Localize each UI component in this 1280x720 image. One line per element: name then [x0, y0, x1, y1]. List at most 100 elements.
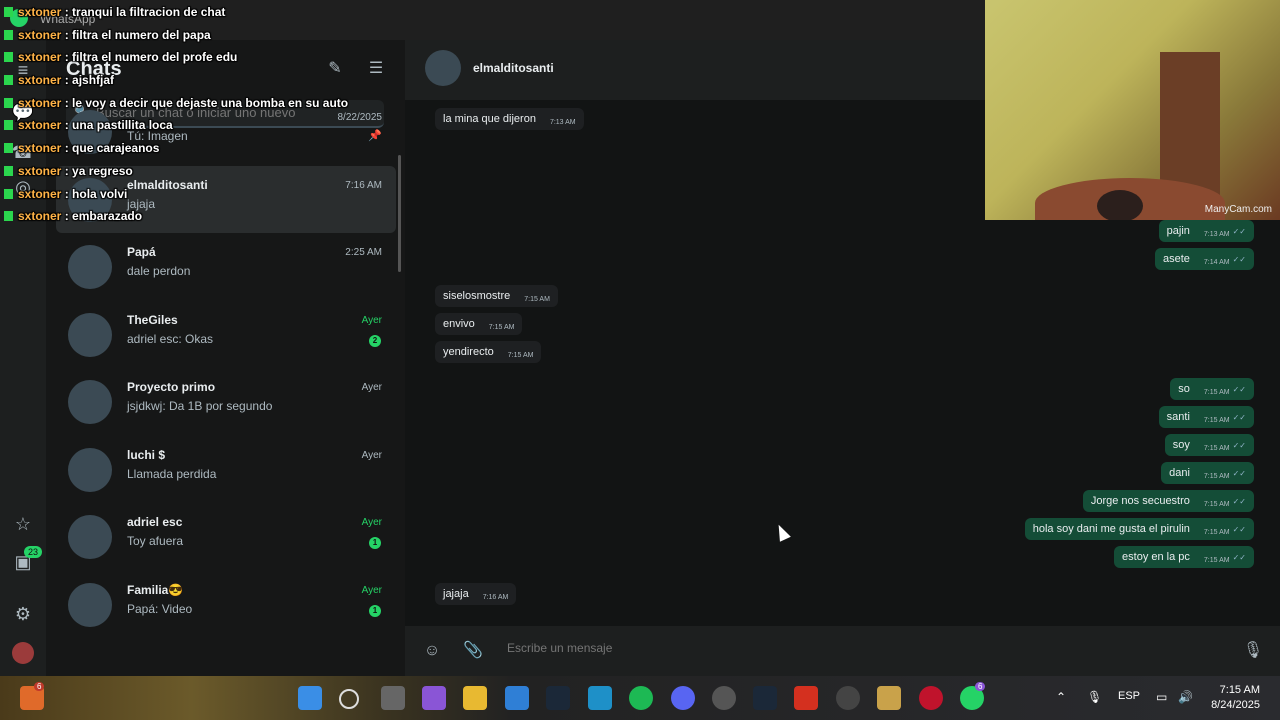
message-input[interactable]: [505, 640, 1229, 656]
message-text: so: [1178, 383, 1190, 395]
outgoing-message[interactable]: Jorge nos secuestro 7:15 AM ✓✓: [1082, 490, 1254, 512]
message-text: yendirecto: [443, 346, 494, 358]
chat-preview: Papá: Video: [127, 601, 193, 616]
stream-chat-line: sxtoner : tranqui la filtracion de chat: [4, 5, 384, 28]
chat-item[interactable]: Papá dale perdon 2:25 AM: [56, 233, 396, 301]
message-time: 7:16 AM: [482, 594, 509, 601]
profile-avatar[interactable]: [12, 642, 34, 664]
attach-icon[interactable]: 📎: [462, 640, 484, 662]
chat-item[interactable]: adriel esc Toy afuera Ayer 1: [56, 503, 396, 571]
windows-start-icon[interactable]: [298, 686, 322, 710]
chat-name: luchi $: [127, 447, 166, 462]
system-clock[interactable]: 7:15 AM 8/24/2025: [1211, 683, 1260, 713]
copilot-icon[interactable]: [422, 686, 446, 710]
outgoing-message[interactable]: hola soy dani me gusta el pirulin 7:15 AM…: [1024, 518, 1254, 540]
stream-chat-separator: :: [61, 118, 73, 133]
search-taskbar-icon[interactable]: [339, 689, 359, 709]
platform-icon: [4, 52, 13, 63]
stream-chat-line: sxtoner : le voy a decir que dejaste una…: [4, 96, 384, 119]
chat-name: adriel esc: [127, 515, 183, 529]
opera-icon[interactable]: [919, 686, 943, 710]
outgoing-message[interactable]: estoy en la pc 7:15 AM ✓✓: [1114, 546, 1254, 568]
message-text: Jorge nos secuestro: [1090, 495, 1190, 507]
emoji-icon[interactable]: ☺: [421, 640, 443, 662]
stream-chat-separator: :: [61, 95, 73, 110]
ea-icon[interactable]: [794, 686, 818, 710]
chat-item[interactable]: Proyecto primo jsjdkwj: Da 1B por segundo…: [56, 368, 396, 436]
contact-avatar[interactable]: [425, 50, 461, 86]
network-icon[interactable]: ▭: [1156, 690, 1167, 704]
message-text: soy: [1172, 439, 1190, 451]
chat-name: Papá: [127, 245, 156, 259]
chat-item[interactable]: TheGiles adriel esc: Okas Ayer 2: [56, 301, 396, 369]
language-indicator[interactable]: ESP: [1118, 690, 1140, 702]
platform-icon: [4, 165, 13, 176]
message-text: jajaja: [443, 588, 469, 600]
store-icon[interactable]: [505, 686, 529, 710]
spotify-icon[interactable]: [629, 686, 653, 710]
volume-icon[interactable]: 🔊: [1178, 690, 1193, 704]
app-icon[interactable]: [588, 686, 612, 710]
mic-tray-icon[interactable]: 🎙: [1087, 690, 1102, 704]
message-text: siselosmostre: [443, 290, 511, 302]
platform-icon: [4, 143, 13, 154]
unread-badge: 1: [369, 604, 381, 617]
mic-icon[interactable]: 🎙: [1242, 640, 1264, 662]
incoming-message[interactable]: yendirecto 7:15 AM: [435, 341, 542, 363]
incoming-message[interactable]: envivo 7:15 AM: [435, 313, 523, 335]
stream-chat-separator: :: [61, 209, 73, 224]
outgoing-message[interactable]: soy 7:15 AM ✓✓: [1164, 434, 1254, 456]
message-text: dani: [1169, 467, 1190, 479]
outgoing-message[interactable]: asete 7:14 AM ✓✓: [1154, 248, 1254, 270]
outgoing-message[interactable]: santi 7:15 AM ✓✓: [1158, 406, 1254, 428]
read-ticks-icon: ✓✓: [1232, 413, 1246, 422]
incoming-message[interactable]: la mina que dijeron 7:13 AM: [435, 108, 584, 130]
message-time: 7:15 AM: [1203, 529, 1230, 536]
file-explorer-icon[interactable]: [463, 686, 487, 710]
unread-badge: 2: [369, 334, 381, 347]
read-ticks-icon: ✓✓: [1232, 255, 1246, 264]
outgoing-message[interactable]: dani 7:15 AM ✓✓: [1161, 462, 1254, 484]
settings-taskbar-icon[interactable]: [712, 686, 736, 710]
stream-chat-user: sxtoner: [18, 95, 62, 110]
chat-time: Ayer: [361, 449, 382, 461]
message-time: 7:15 AM: [1203, 417, 1230, 424]
outgoing-message[interactable]: pajin 7:13 AM ✓✓: [1158, 220, 1254, 242]
message-time: 7:15 AM: [524, 296, 550, 303]
obs-icon[interactable]: [836, 686, 860, 710]
stream-chat-user: sxtoner: [18, 186, 62, 201]
stream-chat-user: sxtoner: [18, 118, 62, 133]
read-ticks-icon: ✓✓: [1232, 553, 1246, 562]
chat-time: Ayer: [361, 314, 382, 326]
read-ticks-icon: ✓✓: [1232, 441, 1246, 450]
outgoing-message[interactable]: so 7:15 AM ✓✓: [1170, 378, 1254, 400]
league-icon[interactable]: [877, 686, 901, 710]
stream-chat-line: sxtoner : ya regreso: [4, 164, 384, 187]
incoming-message[interactable]: jajaja 7:16 AM: [435, 583, 517, 605]
webcam-watermark: ManyCam.com: [1204, 204, 1272, 215]
chat-time: 2:25 AM: [345, 247, 382, 258]
task-view-icon[interactable]: [381, 686, 405, 710]
stream-chat-line: sxtoner : filtra el numero del profe edu: [4, 50, 384, 73]
steam-icon[interactable]: [546, 686, 570, 710]
clock-date: 8/24/2025: [1211, 699, 1260, 711]
chat-preview: dale perdon: [127, 264, 191, 278]
contact-name[interactable]: elmalditosanti: [473, 61, 554, 75]
stream-chat-separator: :: [61, 141, 73, 156]
message-time: 7:15 AM: [1203, 501, 1230, 508]
incoming-message[interactable]: siselosmostre 7:15 AM: [435, 285, 558, 307]
tray-chevron-icon[interactable]: ⌃: [1056, 690, 1066, 704]
steam2-icon[interactable]: [753, 686, 777, 710]
settings-icon[interactable]: ⚙: [11, 602, 35, 626]
chat-avatar: [68, 312, 112, 357]
discord-icon[interactable]: [671, 686, 695, 710]
stream-chat-line: sxtoner : ajshfjaf: [4, 73, 384, 96]
chat-item[interactable]: luchi $ Llamada perdida Ayer: [56, 436, 396, 504]
chat-list-scrollbar[interactable]: [398, 155, 401, 272]
chat-name: Familia😎: [127, 582, 184, 597]
platform-icon: [4, 97, 13, 108]
stream-chat-separator: :: [61, 186, 73, 201]
stream-chat-text: que carajeanos: [72, 141, 160, 156]
star-icon[interactable]: ☆: [11, 512, 35, 536]
chat-item[interactable]: Familia😎 Papá: Video Ayer 1: [56, 571, 396, 639]
